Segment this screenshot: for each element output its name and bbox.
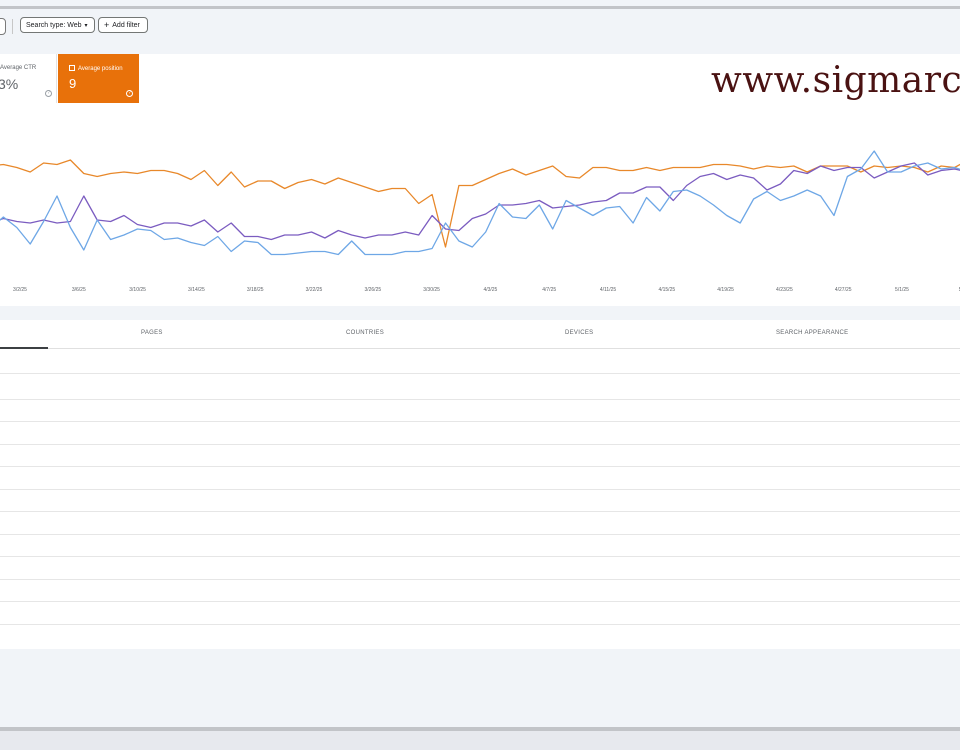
date-filter-chip[interactable] [0,18,6,35]
table-row [0,556,960,557]
x-tick-label: 3/14/25 [188,287,205,293]
series-line-1 [0,159,960,248]
dimension-table-card: PAGES COUNTRIES DEVICES SEARCH APPEARANC… [0,320,960,649]
dropdown-caret-icon: ▾ [84,22,88,29]
x-tick-label: 5/1/25 [895,287,909,293]
add-filter-label: Add filter [112,21,140,29]
x-tick-label: 4/15/25 [658,287,675,293]
x-tick-label: 3/18/25 [247,287,264,293]
window-bottom-strip [0,731,960,750]
table-row [0,421,960,422]
table-row [0,534,960,535]
filter-divider [12,19,13,34]
table-row [0,373,960,374]
table-row [0,399,960,400]
tab-devices[interactable]: DEVICES [565,330,593,336]
x-tick-label: 3/10/25 [129,287,146,293]
x-tick-label: 3/26/25 [364,287,381,293]
table-row [0,601,960,602]
table-row [0,511,960,512]
tab-pages[interactable]: PAGES [141,330,163,336]
x-tick-label: 3/6/25 [72,287,86,293]
x-tick-label: 3/2/25 [13,287,27,293]
tab-countries[interactable]: COUNTRIES [346,330,384,336]
x-tick-label: 3/22/25 [306,287,323,293]
series-line-3 [0,150,960,256]
x-tick-label: 4/19/25 [717,287,734,293]
search-type-chip[interactable]: Search type: Web ▾ [20,17,95,33]
x-tick-label: 4/7/25 [542,287,556,293]
table-row [0,579,960,580]
x-tick-label: 4/11/25 [600,287,617,293]
active-tab-indicator [0,347,48,349]
add-filter-button[interactable]: + Add filter [98,17,148,33]
dimension-tabs: PAGES COUNTRIES DEVICES SEARCH APPEARANC… [0,320,960,349]
series-line-2 [0,162,960,241]
table-row [0,466,960,467]
window-top-border [0,6,960,9]
x-tick-label: 4/27/25 [835,287,852,293]
table-row [0,444,960,445]
plus-icon: + [104,19,110,30]
search-type-label: Search type: Web [26,21,82,29]
table-row [0,489,960,490]
x-tick-label: 3/30/25 [423,287,440,293]
x-tick-label: 4/23/25 [776,287,793,293]
table-row [0,624,960,625]
tab-search-appearance[interactable]: SEARCH APPEARANCE [776,330,848,336]
filter-bar: Search type: Web ▾ + Add filter [0,14,960,38]
watermark-text: www.sigmarc [711,60,960,101]
x-tick-label: 4/3/25 [483,287,497,293]
